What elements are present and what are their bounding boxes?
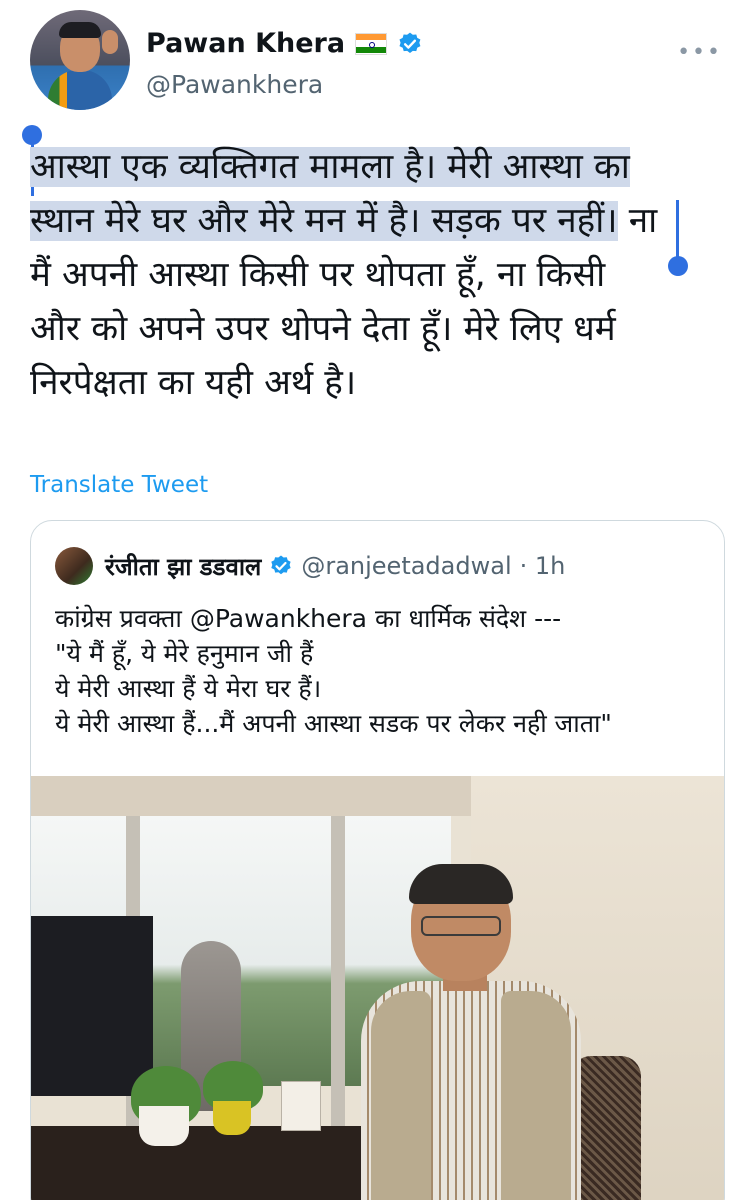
tweet-line: मैं अपनी आस्था किसी पर थोपता हूँ, ना किस… bbox=[30, 255, 606, 295]
selection-end-caret bbox=[676, 200, 679, 260]
desk-calendar bbox=[281, 1081, 321, 1131]
quote-tweet-header: रंजीता झा डडवाल @ranjeetadadwal · 1h bbox=[55, 547, 565, 585]
quote-line: ये मेरी आस्था हैं ये मेरा घर हैं। bbox=[55, 674, 322, 703]
tweet-text[interactable]: आस्था एक व्यक्तिगत मामला है। मेरी आस्था … bbox=[30, 140, 730, 410]
quote-tweet-text: कांग्रेस प्रवक्ता @Pawankhera का धार्मिक… bbox=[55, 601, 715, 741]
more-options-icon[interactable]: ••• bbox=[677, 40, 722, 65]
tweet-line: और को अपने उपर थोपने देता हूँ। मेरे लिए … bbox=[30, 309, 616, 349]
quote-author-name[interactable]: रंजीता झा डडवाल bbox=[105, 550, 261, 583]
tweet-line: निरपेक्षता का यही अर्थ है। bbox=[30, 363, 357, 403]
tweet-line: आस्था एक व्यक्तिगत मामला है। मेरी आस्था … bbox=[30, 140, 730, 194]
desk bbox=[31, 1126, 361, 1200]
author-display-name[interactable]: Pawan Khera bbox=[146, 28, 345, 59]
author-avatar[interactable] bbox=[30, 10, 130, 110]
quote-author-handle[interactable]: @ranjeetadadwal bbox=[301, 552, 511, 580]
quote-author-avatar[interactable] bbox=[55, 547, 93, 585]
verified-badge-icon bbox=[271, 555, 291, 575]
quote-media-video[interactable] bbox=[31, 776, 724, 1200]
india-flag-icon bbox=[355, 32, 388, 55]
tweet-line: स्थान मेरे घर और मेरे मन में है। सड़क पर… bbox=[30, 201, 658, 241]
quote-line: ये मेरी आस्था हैं...मैं अपनी आस्था सडक प… bbox=[55, 709, 612, 738]
chair bbox=[571, 1056, 641, 1200]
selected-text: आस्था एक व्यक्तिगत मामला है। मेरी आस्था … bbox=[30, 147, 630, 187]
translate-tweet-link[interactable]: Translate Tweet bbox=[30, 472, 208, 498]
verified-badge-icon bbox=[399, 32, 421, 53]
selected-text: स्थान मेरे घर और मेरे मन में है। सड़क पर… bbox=[30, 201, 618, 241]
quote-timestamp[interactable]: · 1h bbox=[520, 552, 566, 580]
tweet-header: Pawan Khera @Pawankhera ••• bbox=[30, 10, 730, 110]
quote-line: कांग्रेस प्रवक्ता @Pawankhera का धार्मिक… bbox=[55, 604, 562, 633]
selection-end-handle[interactable] bbox=[668, 256, 688, 276]
author-name-row: Pawan Khera bbox=[146, 28, 423, 59]
quote-tweet-card[interactable]: रंजीता झा डडवाल @ranjeetadadwal · 1h कां… bbox=[30, 520, 725, 1200]
monitor bbox=[31, 916, 153, 1096]
author-handle[interactable]: @Pawankhera bbox=[146, 70, 323, 99]
quote-line: "ये मैं हूँ, ये मेरे हनुमान जी हैं bbox=[55, 639, 314, 668]
